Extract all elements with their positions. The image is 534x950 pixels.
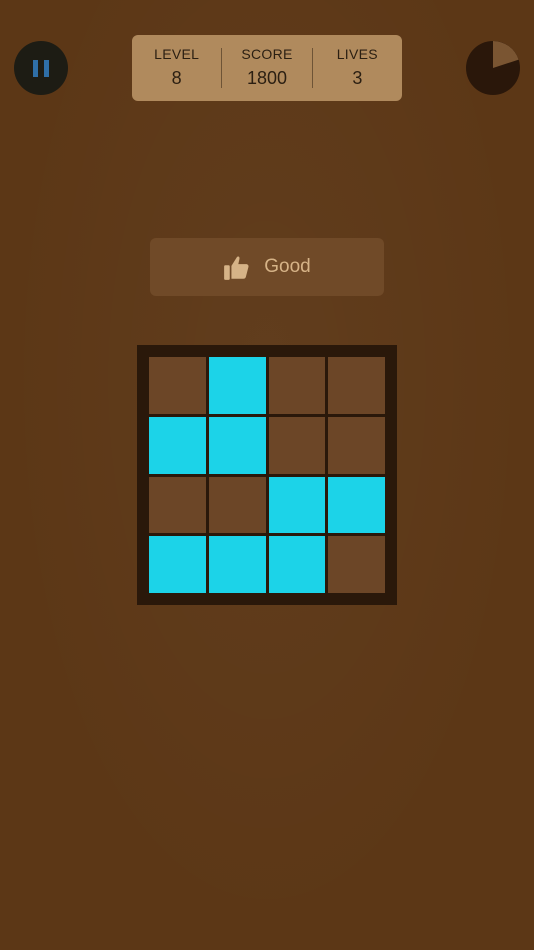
tile-inactive[interactable] (268, 357, 326, 414)
tile-active[interactable] (208, 357, 266, 414)
tile-inactive[interactable] (268, 416, 326, 474)
score-label: SCORE (241, 46, 293, 62)
timer-pie-icon (466, 41, 520, 95)
thumbs-up-icon (224, 256, 249, 280)
tile-active[interactable] (268, 476, 326, 534)
tile-inactive[interactable] (328, 357, 385, 414)
level-value: 8 (171, 68, 182, 88)
tile-active[interactable] (268, 536, 326, 593)
tile-inactive[interactable] (328, 536, 385, 593)
level-label: LEVEL (154, 46, 200, 62)
stats-panel: LEVEL 8 SCORE 1800 LIVES 3 (132, 35, 402, 101)
tile-active[interactable] (149, 536, 206, 593)
tile-active[interactable] (208, 416, 266, 474)
tile-active[interactable] (208, 536, 266, 593)
lives-value: 3 (352, 68, 363, 88)
tile-active[interactable] (328, 476, 385, 534)
lives-label: LIVES (336, 46, 378, 62)
tile-inactive[interactable] (149, 357, 206, 414)
pause-icon-left-bar (33, 59, 38, 77)
feedback-banner: Good (150, 238, 384, 296)
pause-button[interactable] (14, 41, 68, 95)
score-value: 1800 (246, 68, 288, 88)
tile-inactive[interactable] (328, 416, 385, 474)
tile-inactive[interactable] (208, 476, 266, 534)
tile-inactive[interactable] (149, 476, 206, 534)
score-stat: SCORE 1800 (222, 35, 311, 101)
tile-active[interactable] (149, 416, 206, 474)
level-stat: LEVEL 8 (132, 35, 221, 101)
game-board (137, 345, 397, 605)
lives-stat: LIVES 3 (313, 35, 402, 101)
feedback-text: Good (264, 256, 311, 277)
pause-icon-right-bar (44, 59, 49, 77)
